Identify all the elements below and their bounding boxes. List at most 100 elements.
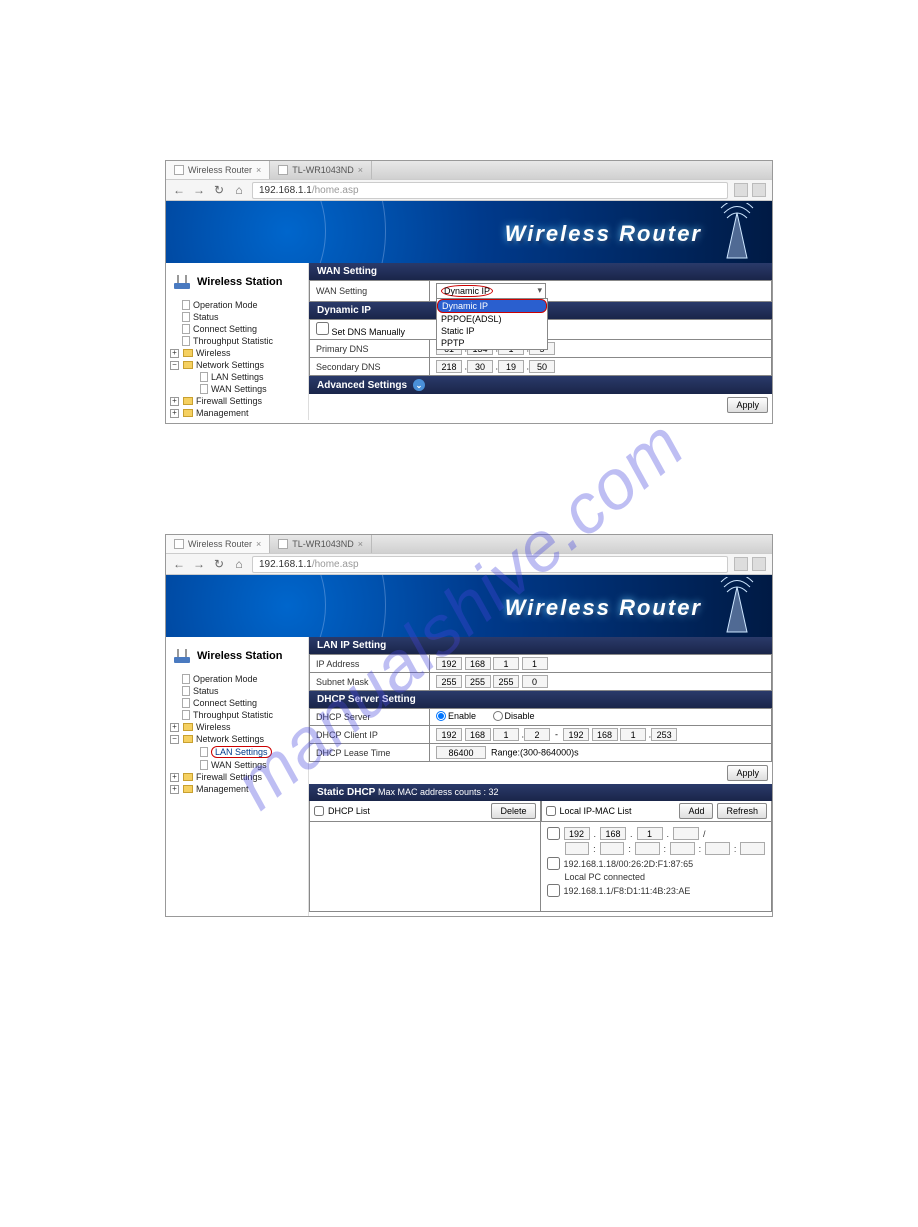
reload-button[interactable]: ↻ <box>212 183 226 197</box>
ip-2[interactable] <box>465 657 491 670</box>
nav-wireless[interactable]: +Wireless <box>168 347 304 359</box>
lease-range: Range:(300-864000)s <box>491 748 579 758</box>
ip-4[interactable] <box>522 657 548 670</box>
sn-2[interactable] <box>465 675 491 688</box>
local-list-checkbox[interactable] <box>546 806 556 816</box>
reload-button[interactable]: ↻ <box>212 557 226 571</box>
sdns-1[interactable] <box>436 360 462 373</box>
entry-checkbox[interactable] <box>547 857 560 870</box>
back-button[interactable]: ← <box>172 557 186 571</box>
cs-2[interactable] <box>465 728 491 741</box>
sn-4[interactable] <box>522 675 548 688</box>
sdns-2[interactable] <box>467 360 493 373</box>
ce-4[interactable] <box>651 728 677 741</box>
tab-bar: Wireless Router× TL-WR1043ND× <box>166 161 772 179</box>
cs-1[interactable] <box>436 728 462 741</box>
entry-checkbox[interactable] <box>547 884 560 897</box>
opt-pptp[interactable]: PPTP <box>437 337 547 349</box>
forward-button[interactable]: → <box>192 183 206 197</box>
wan-setting-value: Dynamic IP <box>441 285 493 297</box>
cs-3[interactable] <box>493 728 519 741</box>
menu-icon[interactable] <box>752 557 766 571</box>
nav-management[interactable]: +Management <box>168 407 304 419</box>
address-bar: ← → ↻ ⌂ 192.168.1.1/home.asp <box>166 179 772 201</box>
set-dns-checkbox[interactable] <box>316 322 329 335</box>
nav-firewall[interactable]: +Firewall Settings <box>168 395 304 407</box>
dhcp-list-checkbox[interactable] <box>314 806 324 816</box>
opt-pppoe[interactable]: PPPOE(ADSL) <box>437 313 547 325</box>
url-input[interactable]: 192.168.1.1/home.asp <box>252 556 728 573</box>
close-icon[interactable]: × <box>358 165 363 175</box>
nav-lan-settings[interactable]: LAN Settings <box>168 371 304 383</box>
nav-throughput[interactable]: Throughput Statistic <box>168 335 304 347</box>
nav-firewall[interactable]: +Firewall Settings <box>168 771 304 783</box>
nav-connect-setting[interactable]: Connect Setting <box>168 323 304 335</box>
expand-icon[interactable]: + <box>170 349 179 358</box>
nav-wan-settings[interactable]: WAN Settings <box>168 383 304 395</box>
home-button[interactable]: ⌂ <box>232 557 246 571</box>
disable-radio[interactable] <box>493 711 503 721</box>
nav-operation-mode[interactable]: Operation Mode <box>168 299 304 311</box>
cs-4[interactable] <box>524 728 550 741</box>
expand-icon[interactable]: + <box>170 409 179 418</box>
opt-static-ip[interactable]: Static IP <box>437 325 547 337</box>
close-icon[interactable]: × <box>256 165 261 175</box>
ce-3[interactable] <box>620 728 646 741</box>
collapse-icon[interactable]: − <box>170 361 179 370</box>
ip-3[interactable] <box>493 657 519 670</box>
sdns-4[interactable] <box>529 360 555 373</box>
collapse-icon[interactable]: − <box>170 735 179 744</box>
tab-tlwr1043nd[interactable]: TL-WR1043ND× <box>270 161 372 179</box>
nav-throughput[interactable]: Throughput Statistic <box>168 709 304 721</box>
apply-button[interactable]: Apply <box>727 765 768 781</box>
cast-icon[interactable] <box>734 183 748 197</box>
opt-dynamic-ip[interactable]: Dynamic IP <box>437 299 547 313</box>
expand-icon[interactable]: + <box>170 773 179 782</box>
apply-button[interactable]: Apply <box>727 397 768 413</box>
expand-icon[interactable]: + <box>170 723 179 732</box>
ce-1[interactable] <box>563 728 589 741</box>
ip-1[interactable] <box>436 657 462 670</box>
enable-radio[interactable] <box>436 711 446 721</box>
nav-lan-settings[interactable]: LAN Settings <box>168 745 304 759</box>
lease-input[interactable] <box>436 746 486 759</box>
nav-status[interactable]: Status <box>168 685 304 697</box>
menu-icon[interactable] <box>752 183 766 197</box>
url-input[interactable]: 192.168.1.1/home.asp <box>252 182 728 199</box>
expand-icon[interactable]: + <box>170 785 179 794</box>
primary-dns-label: Primary DNS <box>310 340 430 358</box>
tab-wireless-router[interactable]: Wireless Router× <box>166 161 270 179</box>
tab-tlwr1043nd[interactable]: TL-WR1043ND× <box>270 535 372 553</box>
nav-network-settings[interactable]: −Network Settings <box>168 733 304 745</box>
sdns-3[interactable] <box>498 360 524 373</box>
tab-wireless-router[interactable]: Wireless Router× <box>166 535 270 553</box>
add-button[interactable]: Add <box>679 803 713 819</box>
back-button[interactable]: ← <box>172 183 186 197</box>
home-button[interactable]: ⌂ <box>232 183 246 197</box>
secondary-dns-label: Secondary DNS <box>310 358 430 376</box>
wan-setting-select[interactable]: Dynamic IP Dynamic IP PPPOE(ADSL) Static… <box>436 283 546 299</box>
expand-icon[interactable]: + <box>170 397 179 406</box>
ce-2[interactable] <box>592 728 618 741</box>
close-icon[interactable]: × <box>358 539 363 549</box>
delete-button[interactable]: Delete <box>491 803 535 819</box>
refresh-button[interactable]: Refresh <box>717 803 767 819</box>
ip-e4[interactable] <box>673 827 699 840</box>
close-icon[interactable]: × <box>256 539 261 549</box>
ip-e3[interactable] <box>637 827 663 840</box>
nav-management[interactable]: +Management <box>168 783 304 795</box>
sn-1[interactable] <box>436 675 462 688</box>
cast-icon[interactable] <box>734 557 748 571</box>
nav-wan-settings[interactable]: WAN Settings <box>168 759 304 771</box>
nav-status[interactable]: Status <box>168 311 304 323</box>
nav-connect-setting[interactable]: Connect Setting <box>168 697 304 709</box>
advanced-settings-header[interactable]: Advanced Settings⌄ <box>309 376 772 394</box>
nav-network-settings[interactable]: −Network Settings <box>168 359 304 371</box>
nav-operation-mode[interactable]: Operation Mode <box>168 673 304 685</box>
forward-button[interactable]: → <box>192 557 206 571</box>
nav-wireless[interactable]: +Wireless <box>168 721 304 733</box>
entry-checkbox[interactable] <box>547 827 560 840</box>
ip-e1[interactable] <box>564 827 590 840</box>
ip-e2[interactable] <box>600 827 626 840</box>
sn-3[interactable] <box>493 675 519 688</box>
